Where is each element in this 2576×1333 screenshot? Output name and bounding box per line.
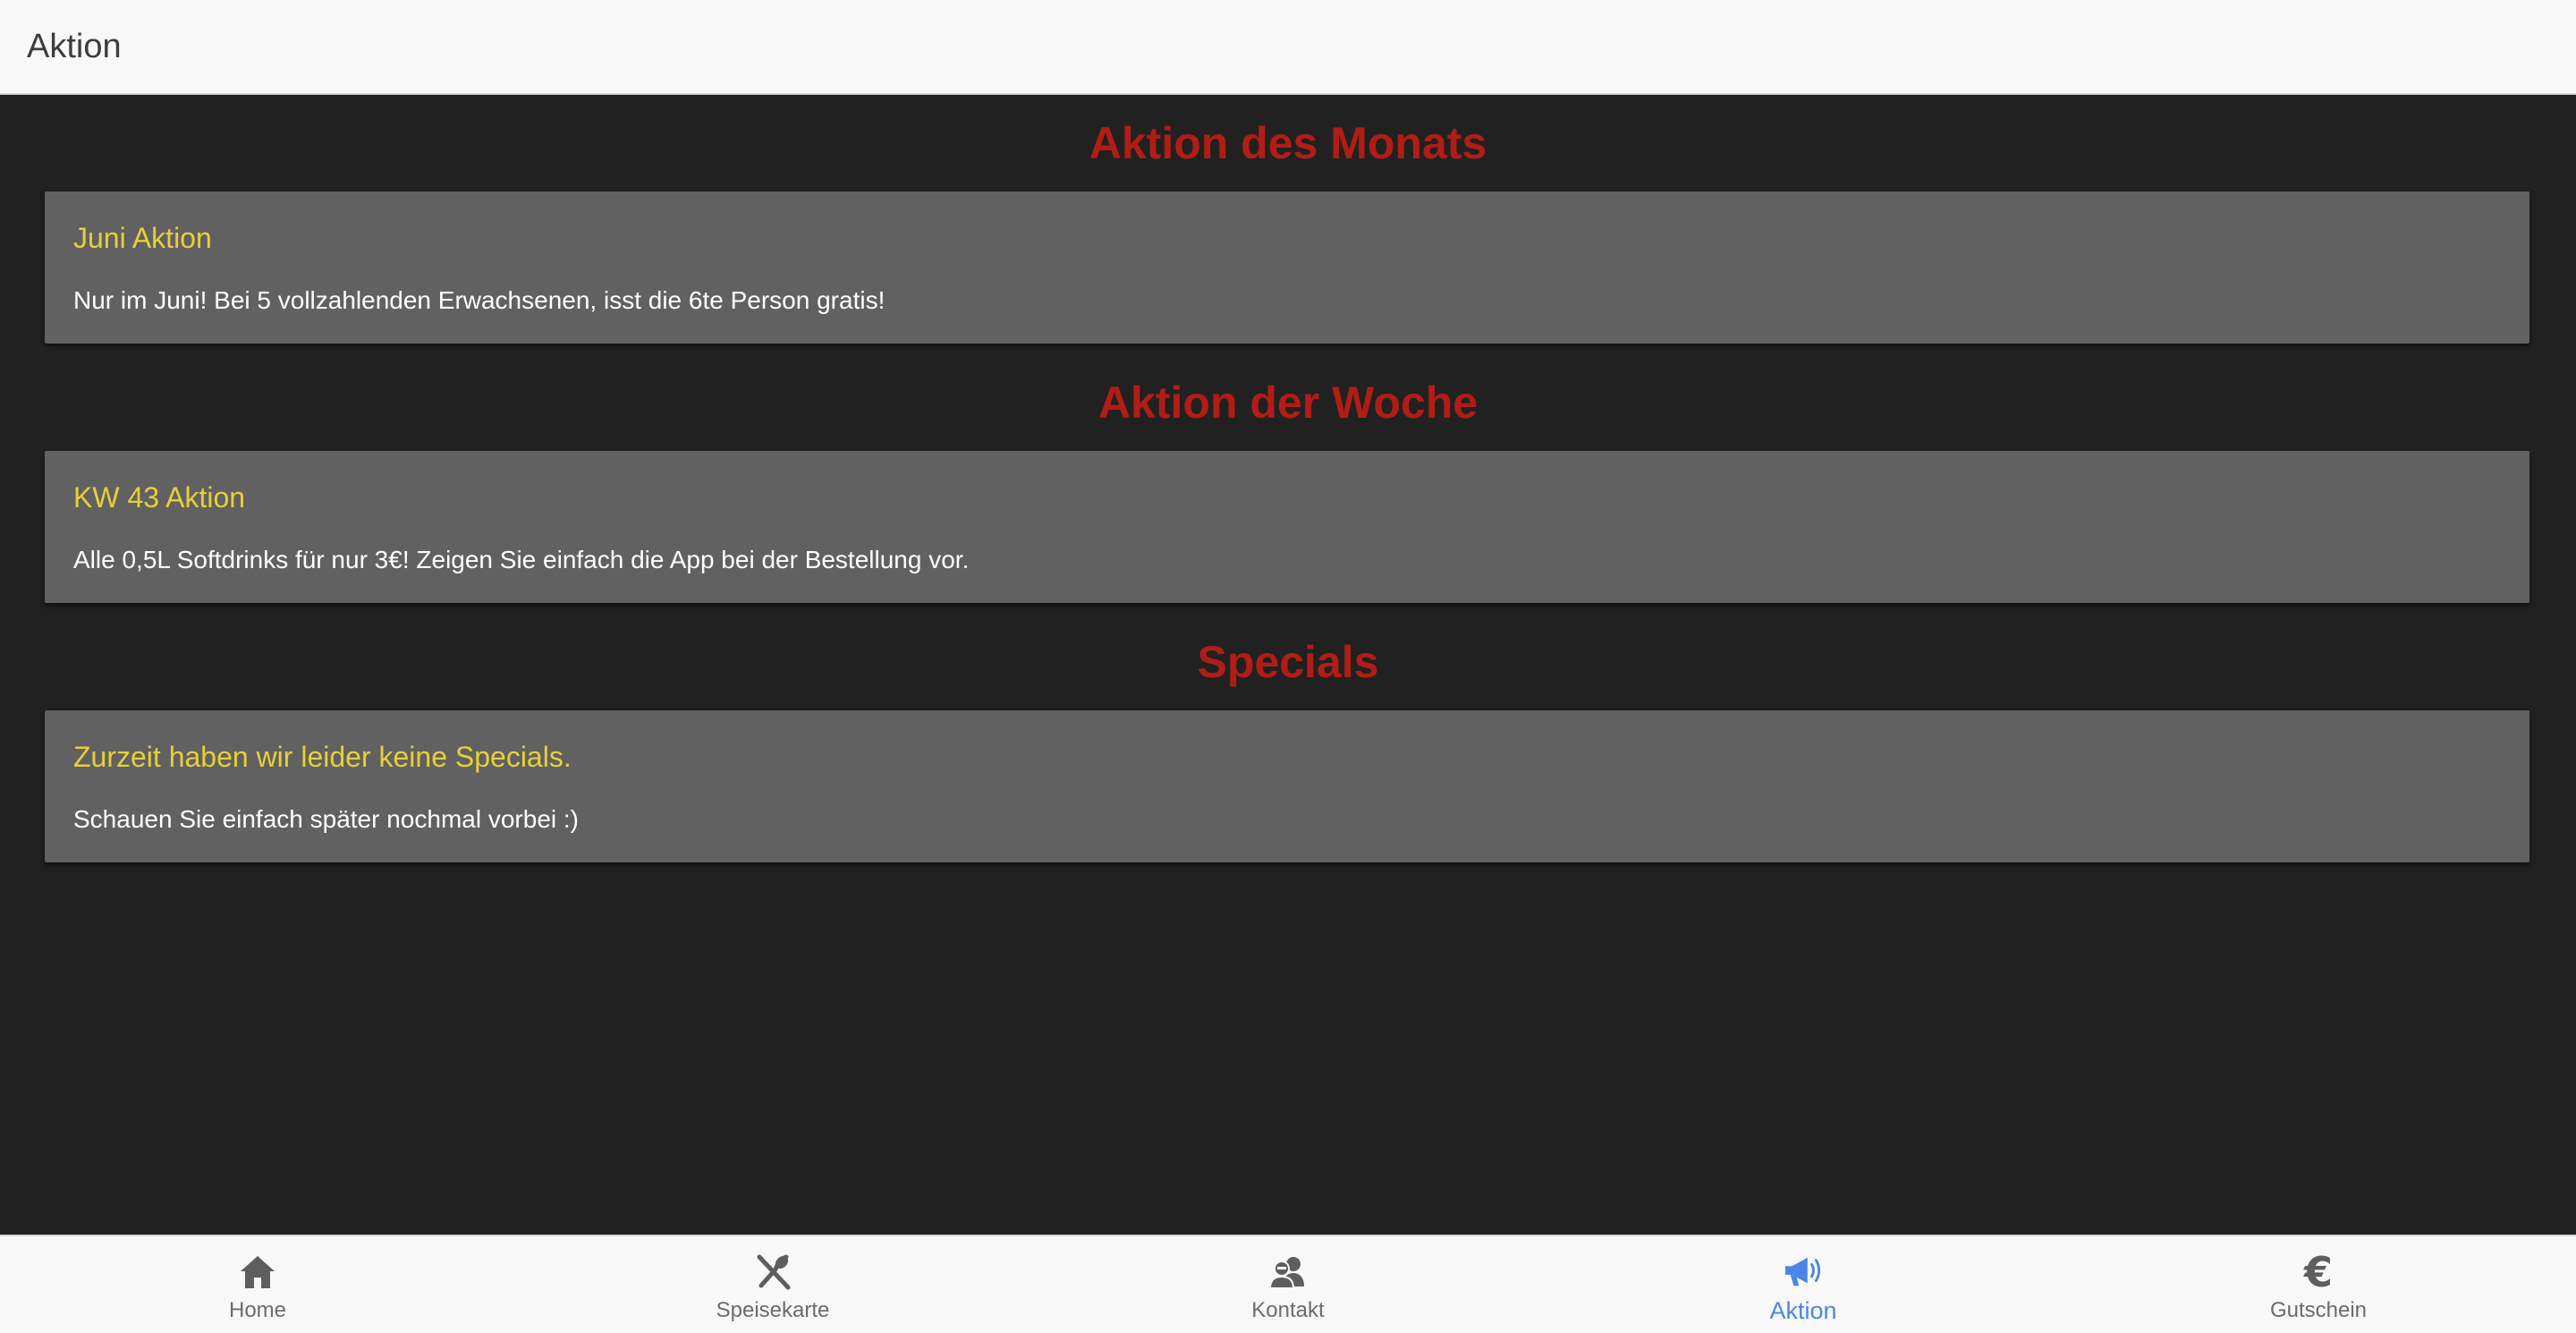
tab-kontakt[interactable]: Kontakt (1030, 1236, 1546, 1333)
bottom-tab-bar: Home Speisekarte Kontakt Aktion € Gutsch… (0, 1235, 2576, 1333)
tab-aktion[interactable]: Aktion (1546, 1236, 2061, 1333)
people-icon (1268, 1252, 1308, 1292)
tab-label: Kontakt (1251, 1298, 1325, 1322)
euro-icon: € (2299, 1248, 2338, 1296)
home-icon (238, 1252, 277, 1292)
tab-label: Gutschein (2269, 1298, 2368, 1322)
euro-glyph: € (2303, 1248, 2333, 1296)
tab-home[interactable]: Home (0, 1236, 515, 1333)
card-title: KW 43 Aktion (73, 481, 246, 514)
section-heading-specials: Specials (1197, 637, 1379, 687)
promo-card-monats: Juni Aktion Nur im Juni! Bei 5 vollzahle… (45, 191, 2529, 344)
card-title: Juni Aktion (73, 222, 212, 254)
page-title: Aktion (27, 28, 122, 65)
card-text: Alle 0,5L Softdrinks für nur 3€! Zeigen … (73, 546, 970, 573)
tab-label: Home (228, 1298, 287, 1322)
fork-knife-icon (753, 1252, 792, 1292)
tab-label: Speisekarte (716, 1298, 830, 1322)
tab-speisekarte[interactable]: Speisekarte (515, 1236, 1030, 1333)
tab-label: Aktion (1769, 1297, 1837, 1324)
card-text: Schauen Sie einfach später nochmal vorbe… (73, 805, 579, 833)
top-toolbar: Aktion (0, 0, 2576, 95)
card-text: Nur im Juni! Bei 5 vollzahlenden Erwachs… (73, 286, 886, 314)
tab-gutschein[interactable]: € Gutschein (2061, 1236, 2576, 1333)
section-heading-woche: Aktion der Woche (1097, 378, 1479, 428)
megaphone-icon (1784, 1252, 1823, 1292)
card-title: Zurzeit haben wir leider keine Specials. (73, 741, 572, 773)
main-content: Aktion des Monats Juni Aktion Nur im Jun… (0, 95, 2576, 1235)
section-heading-monats: Aktion des Monats (1089, 118, 1487, 168)
promo-card-specials: Zurzeit haben wir leider keine Specials.… (45, 710, 2529, 862)
promo-card-woche: KW 43 Aktion Alle 0,5L Softdrinks für nu… (45, 451, 2529, 603)
